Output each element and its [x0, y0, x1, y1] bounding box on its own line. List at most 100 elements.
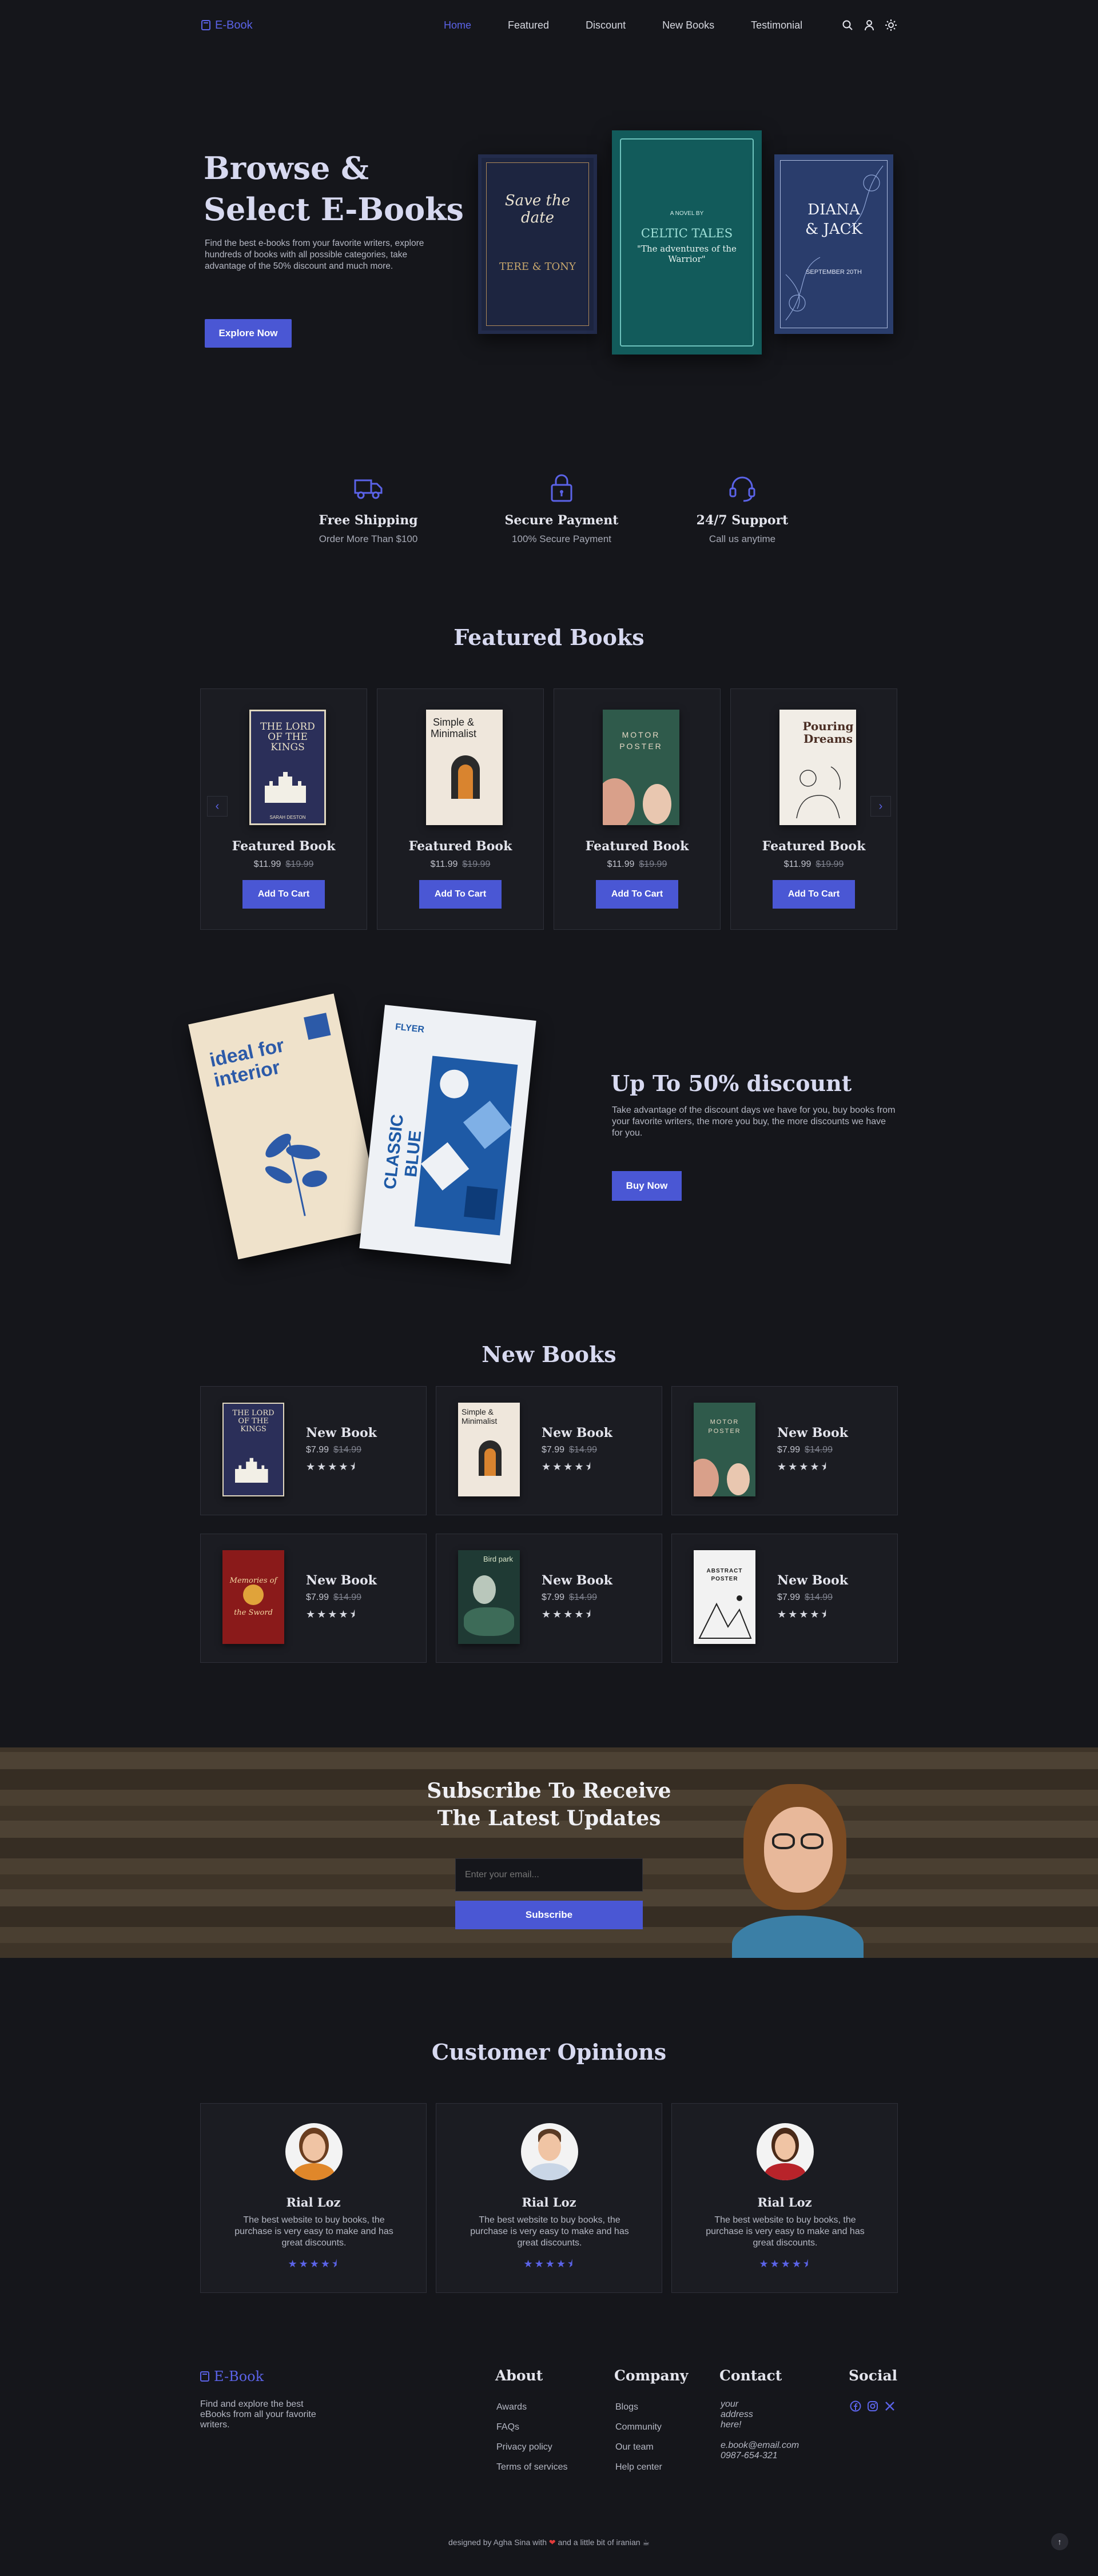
book-cover[interactable]: MOTOR POSTER [603, 710, 679, 825]
sun-icon[interactable] [885, 19, 897, 31]
discount-title: Up To 50% discount [611, 1070, 852, 1096]
heart-icon: ❤ [548, 2538, 556, 2547]
old-price: $14.99 [805, 1592, 833, 1602]
star-rating: ★★★★⯨ [306, 1608, 357, 1620]
avatar [521, 2123, 578, 2180]
facebook-icon[interactable] [850, 2400, 861, 2412]
add-to-cart-button[interactable]: Add To Cart [242, 880, 325, 909]
book-cover[interactable]: THE LORD OF THE KINGS SARAH DESTON [249, 710, 326, 825]
footer-link[interactable]: Privacy policy [496, 2437, 567, 2457]
opinion-card: Rial Loz The best website to buy books, … [671, 2103, 898, 2293]
footer-link[interactable]: Help center [615, 2457, 662, 2477]
star-rating: ★★★★⯨ [523, 2258, 575, 2270]
book-cover-title: Bird park [483, 1555, 514, 1563]
discount-book-1-title: ideal for interior [208, 1034, 287, 1092]
arrow-up-icon: ↑ [1057, 2537, 1062, 2546]
footer-link[interactable]: Blogs [615, 2397, 662, 2417]
footer-link[interactable]: Awards [496, 2397, 567, 2417]
old-price: $19.99 [639, 859, 667, 869]
reviewer-name: Rial Loz [286, 2195, 341, 2209]
customer-opinions-title: Customer Opinions [431, 2039, 667, 2065]
old-price: $14.99 [333, 1592, 361, 1602]
book-name: Featured Book [232, 839, 336, 854]
floral-decoration [785, 165, 884, 321]
footer-link[interactable]: Terms of services [496, 2457, 567, 2477]
hero-cover-1: Save the date TERE & TONY [478, 154, 597, 334]
credits: designed by Agha Sina with ❤ and a littl… [0, 2538, 1098, 2547]
subscribe-button[interactable]: Subscribe [455, 1901, 643, 1929]
book-cover[interactable]: MOTOR POSTER [694, 1403, 755, 1496]
nav-icons [842, 19, 897, 31]
logo-text: E-Book [215, 18, 253, 31]
featured-card: MOTOR POSTER Featured Book $11.99 $19.99 … [554, 688, 721, 930]
star-rating: ★★★★⯨ [777, 1608, 829, 1620]
current-price: $11.99 [253, 859, 281, 869]
book-cover[interactable]: Simple & Minimalist [426, 710, 503, 825]
nav-link-testimonial[interactable]: Testimonial [751, 19, 802, 31]
contact-phone[interactable]: 0987-654-321 [721, 2451, 812, 2461]
review-text: The best website to buy books, the purch… [234, 2215, 393, 2248]
instagram-icon[interactable] [867, 2400, 878, 2412]
current-price: $7.99 [777, 1445, 801, 1455]
footer-link[interactable]: Community [615, 2417, 662, 2437]
buy-now-button[interactable]: Buy Now [612, 1171, 682, 1201]
hero-title-line1: Browse & [204, 150, 369, 186]
footer-logo[interactable]: E-Book [200, 2368, 264, 2384]
nav-link-new-books[interactable]: New Books [662, 19, 714, 31]
featured-books-title: Featured Books [453, 624, 645, 650]
book-cover-title: MOTOR POSTER [619, 730, 663, 751]
add-to-cart-button[interactable]: Add To Cart [773, 880, 855, 909]
book-cover[interactable]: Pouring Dreams [779, 710, 856, 825]
nav-link-featured[interactable]: Featured [508, 19, 549, 31]
hero-cover-3-date: SEPTEMBER 20TH [806, 269, 862, 276]
carousel-prev-button[interactable]: ‹ [207, 796, 228, 817]
add-to-cart-button[interactable]: Add To Cart [596, 880, 678, 909]
lock-icon [551, 474, 572, 502]
star-rating: ★★★★⯨ [288, 2258, 339, 2270]
footer-link[interactable]: Our team [615, 2437, 662, 2457]
book-cover-title: ABSTRACT POSTER [706, 1568, 743, 1582]
star-rating: ★★★★⯨ [306, 1461, 357, 1472]
footer-company-links: Blogs Community Our team Help center [615, 2397, 662, 2477]
book-price: $11.99 $19.99 [554, 859, 720, 870]
search-icon[interactable] [842, 19, 853, 31]
nav-link-discount[interactable]: Discount [586, 19, 626, 31]
book-price: $7.99 $14.99 [542, 1445, 597, 1455]
contact-email[interactable]: e.book@email.com [721, 2440, 812, 2451]
current-price: $7.99 [306, 1445, 329, 1455]
email-input[interactable] [455, 1858, 643, 1892]
footer-about-title: About [495, 2367, 543, 2384]
current-price: $7.99 [306, 1592, 329, 1602]
credits-prefix: designed by Agha Sina with [448, 2538, 547, 2547]
user-icon[interactable] [864, 19, 875, 31]
nav-link-home[interactable]: Home [444, 19, 471, 31]
feature-title: Free Shipping [319, 513, 418, 528]
book-cover[interactable]: ABSTRACT POSTER [694, 1550, 755, 1644]
new-book-card: Bird park New Book $7.99 $14.99 ★★★★⯨ [436, 1534, 662, 1663]
star-rating: ★★★★⯨ [759, 2258, 810, 2270]
explore-now-button[interactable]: Explore Now [205, 319, 292, 348]
add-to-cart-button[interactable]: Add To Cart [419, 880, 502, 909]
footer-about-links: Awards FAQs Privacy policy Terms of serv… [496, 2397, 567, 2477]
discount-book-1: ideal for interior [188, 993, 384, 1260]
footer-link[interactable]: FAQs [496, 2417, 567, 2437]
book-name: New Book [777, 1426, 848, 1440]
book-cover[interactable]: THE LORD OF THE KINGS [222, 1403, 284, 1496]
castle-icon [235, 1458, 268, 1483]
book-cover[interactable]: Bird park [458, 1550, 520, 1644]
book-cover[interactable]: Simple & Minimalist [458, 1403, 520, 1496]
book-cover-title: Pouring Dreams [802, 719, 854, 746]
book-name: New Book [306, 1426, 377, 1440]
book-cover[interactable]: Memories of the Sword [222, 1550, 284, 1644]
footer-contact: your address here! e.book@email.com 0987… [721, 2399, 812, 2461]
book-name: Featured Book [585, 839, 689, 854]
current-price: $7.99 [542, 1592, 565, 1602]
carousel-next-button[interactable]: › [870, 796, 891, 817]
feature-subtitle: Call us anytime [709, 533, 776, 544]
scroll-to-top-button[interactable]: ↑ [1051, 2533, 1068, 2550]
x-icon[interactable] [884, 2400, 896, 2412]
new-book-card: Memories of the Sword New Book $7.99 $14.… [200, 1534, 427, 1663]
logo[interactable]: E-Book [201, 19, 253, 32]
review-text: The best website to buy books, the purch… [470, 2215, 629, 2248]
hero-cover-1-names: TERE & TONY [499, 261, 576, 273]
